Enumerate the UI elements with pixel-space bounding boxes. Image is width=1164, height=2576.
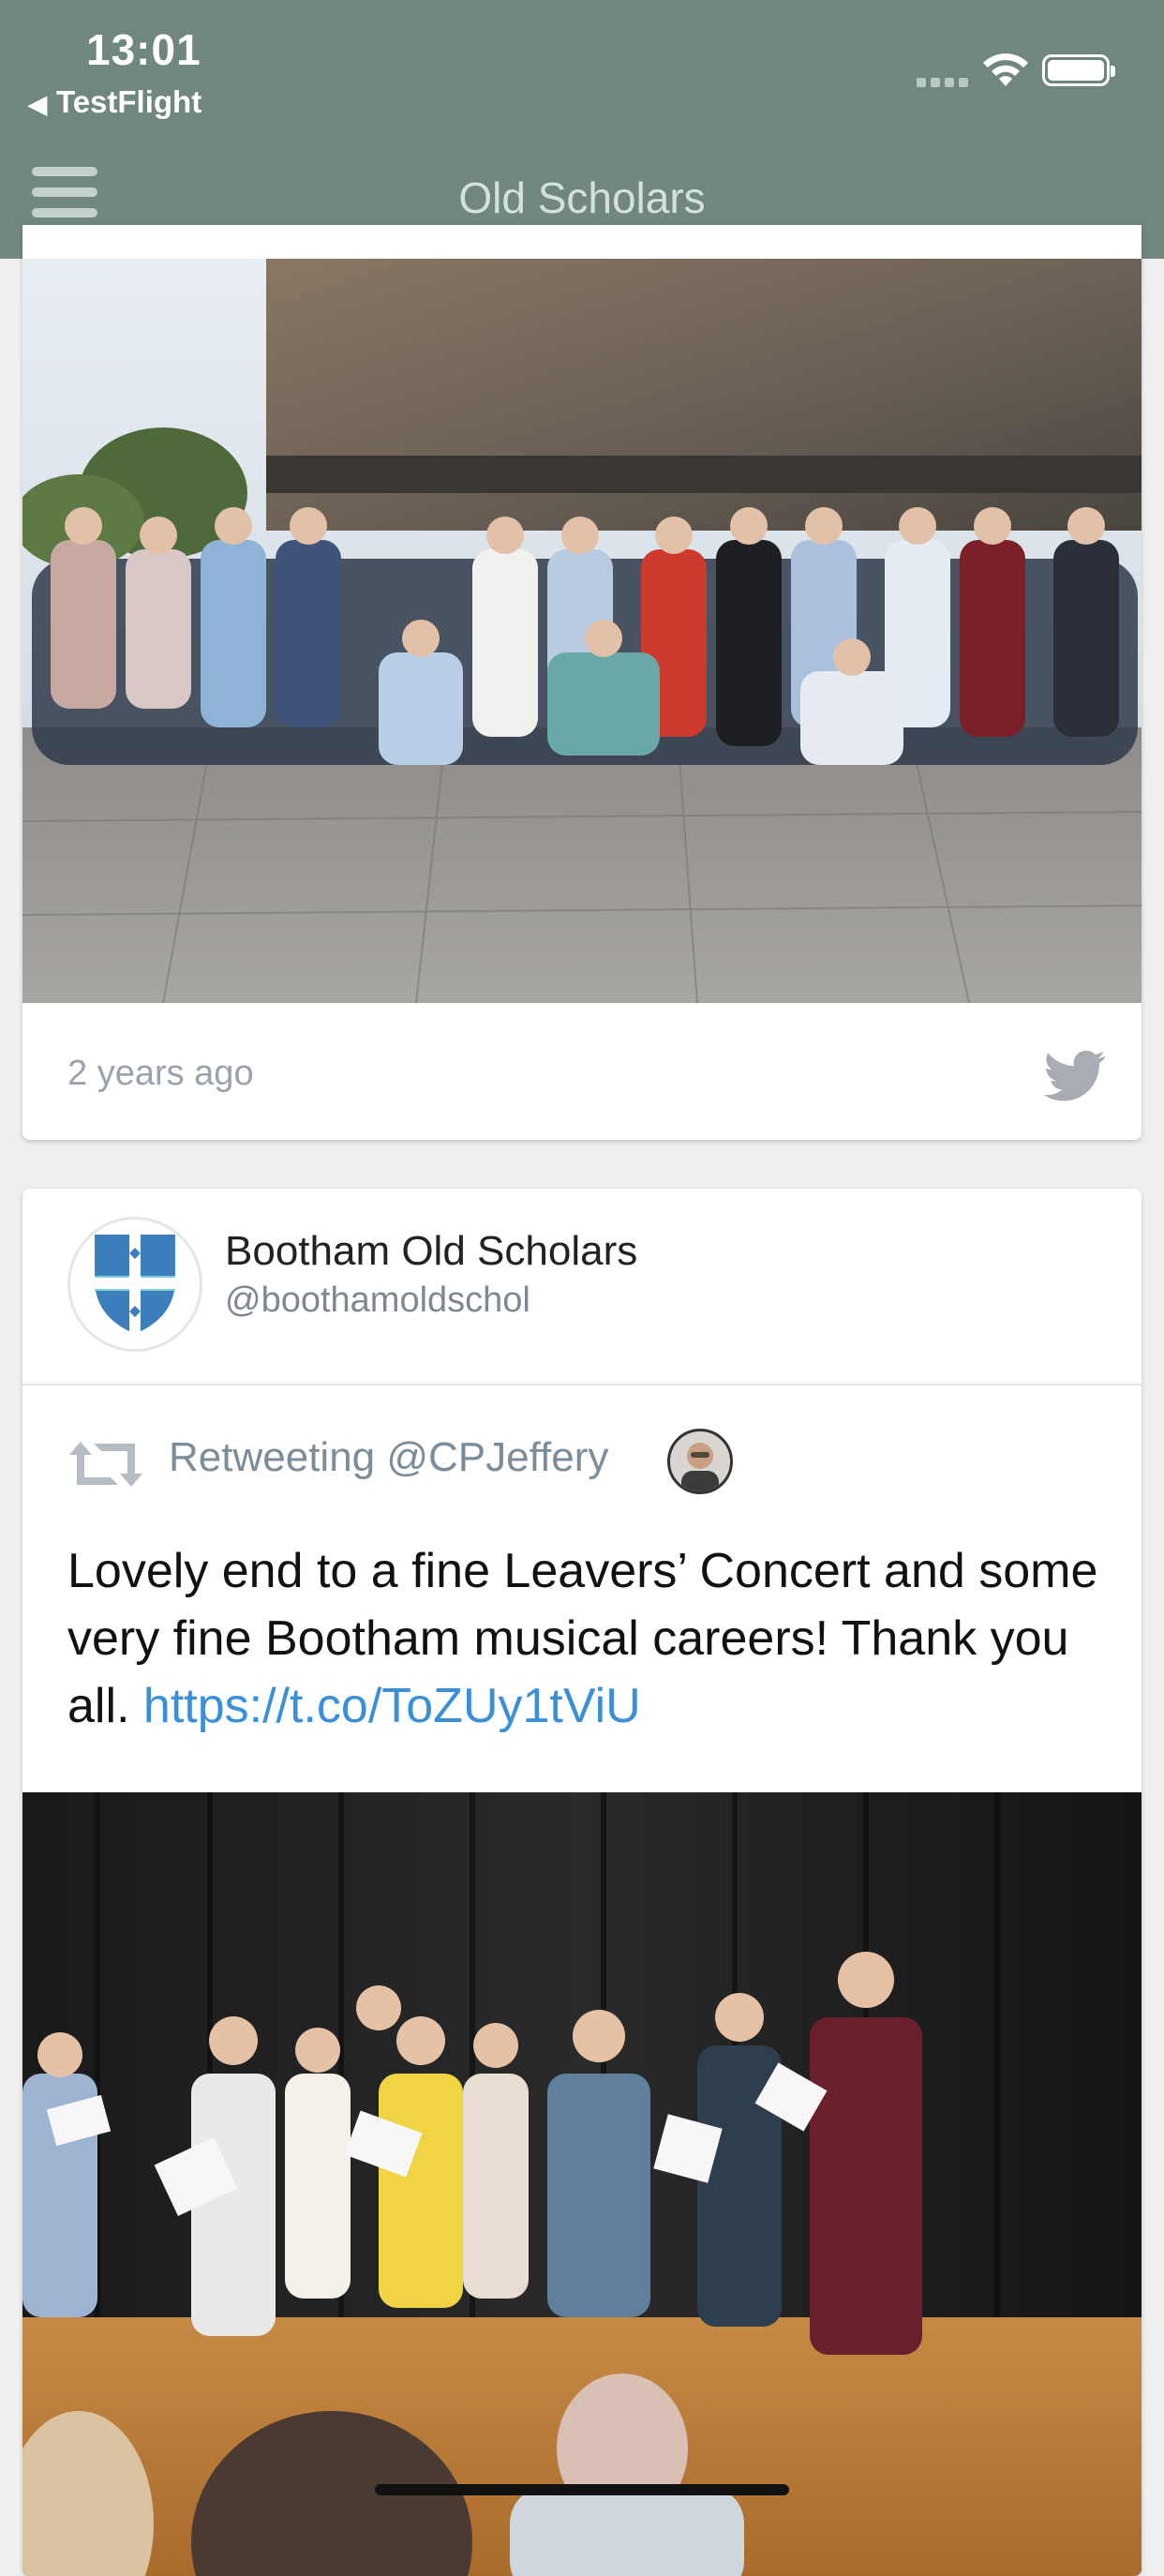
post-timestamp: 2 years ago (67, 1054, 254, 1093)
author-name[interactable]: Bootham Old Scholars (225, 1228, 637, 1275)
page-title: Old Scholars (458, 173, 706, 222)
home-indicator[interactable] (375, 2484, 789, 2495)
battery-icon (1042, 54, 1115, 86)
retweet-label[interactable]: Retweeting @CPJeffery (169, 1434, 608, 1481)
retweet-icon (69, 1442, 142, 1487)
author-handle[interactable]: @boothamoldschol (225, 1281, 530, 1321)
status-time: 13:01 (86, 25, 201, 74)
tweet-text: Lovely end to a fine Leavers’ Concert an… (67, 1537, 1108, 1740)
feed-card-photo-post[interactable]: 2 years ago (22, 225, 1142, 1140)
wifi-icon (983, 53, 1028, 86)
school-crest-logo (95, 1235, 175, 1334)
concert-photo-image[interactable] (22, 1792, 1142, 2576)
app-header: 13:01 ◀ TestFlight Old Scholars (0, 0, 1164, 259)
retweeted-user-avatar[interactable] (667, 1429, 733, 1494)
twitter-icon[interactable] (1044, 1050, 1106, 1102)
tweet-link[interactable]: https://t.co/ToZUy1tViU (143, 1679, 641, 1733)
feed-card-retweet-post[interactable]: Bootham Old Scholars @boothamoldschol Re… (22, 1189, 1142, 2576)
author-avatar[interactable] (67, 1217, 202, 1352)
group-photo-image[interactable] (22, 259, 1142, 1003)
back-triangle-icon: ◀ (28, 90, 47, 118)
back-to-app-link[interactable]: ◀ TestFlight (28, 84, 201, 120)
header-divider (22, 1384, 1142, 1385)
cellular-signal-icon (917, 75, 973, 92)
back-app-label: TestFlight (56, 84, 202, 119)
